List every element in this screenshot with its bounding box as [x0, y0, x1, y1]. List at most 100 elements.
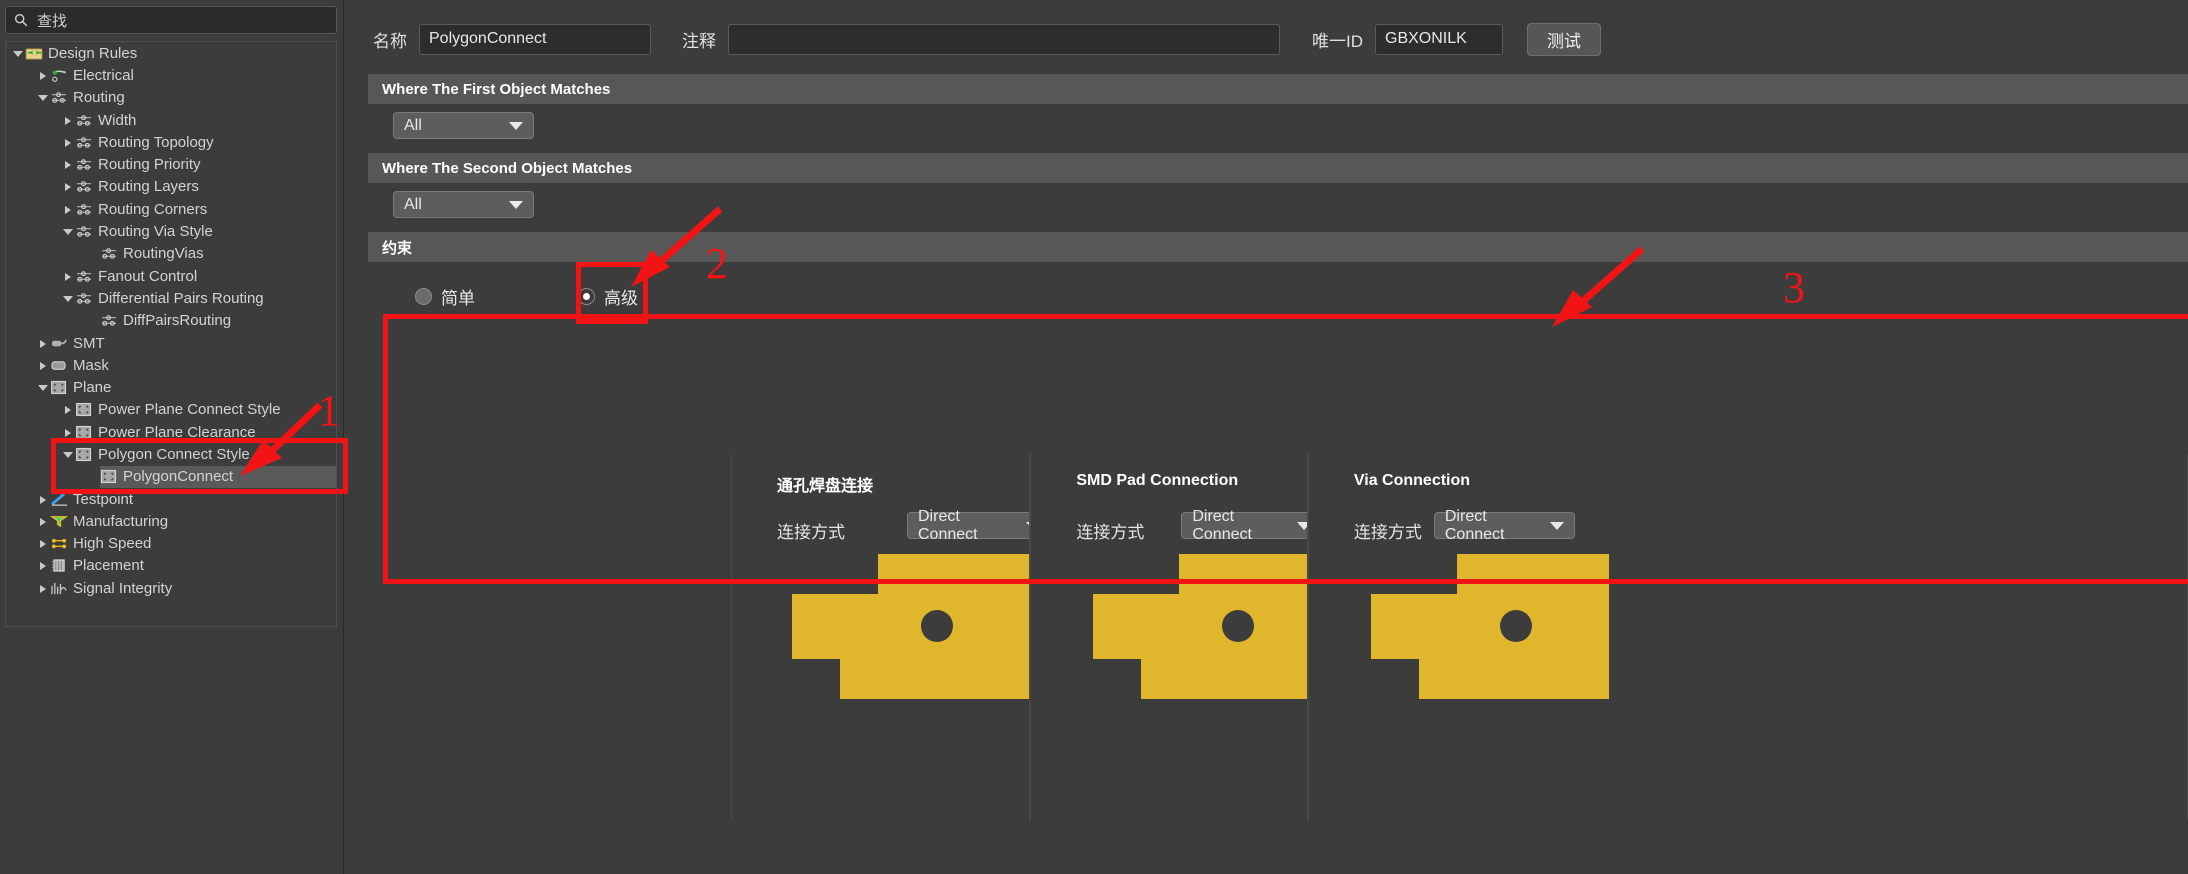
electrical-icon — [52, 70, 67, 82]
first-object-scope-value: All — [404, 116, 422, 134]
tree-item-width[interactable]: Width — [6, 109, 336, 131]
placement-icon — [50, 558, 69, 573]
tree-item-mask[interactable]: Mask — [6, 354, 336, 376]
chevron-right-icon[interactable] — [37, 510, 50, 532]
chevron-right-icon[interactable] — [62, 109, 75, 131]
second-object-scope-value: All — [404, 195, 422, 213]
tree-item-design-rules[interactable]: Design Rules — [6, 42, 336, 64]
routing-icon — [75, 157, 94, 172]
tree-item-electrical[interactable]: Electrical — [6, 64, 336, 86]
tree-item-fanout-control[interactable]: Fanout Control — [6, 265, 336, 287]
chevron-right-icon[interactable] — [37, 555, 50, 577]
tree-item-label: Mask — [73, 356, 109, 374]
search-placeholder: 查找 — [37, 12, 68, 30]
routing-icon — [100, 246, 119, 261]
routing-icon — [75, 135, 94, 150]
routing-icon — [77, 270, 92, 282]
rules-tree[interactable]: Design Rules Electrical Routing Width Routin… — [5, 41, 337, 627]
tree-item-routing[interactable]: Routing — [6, 87, 336, 109]
tree-item-label: High Speed — [73, 535, 152, 553]
chevron-down-icon[interactable] — [37, 87, 50, 109]
manufacturing-icon — [49, 514, 69, 529]
chevron-right-icon[interactable] — [62, 176, 75, 198]
tree-item-routing-corners[interactable]: Routing Corners — [6, 198, 336, 220]
annotation-box-1 — [51, 438, 348, 494]
tree-item-label: Manufacturing — [73, 512, 169, 530]
chevron-right-icon[interactable] — [37, 332, 50, 354]
annotation-number-1: 1 — [318, 386, 340, 435]
tree-item-signal-integrity[interactable]: Signal Integrity — [6, 577, 336, 599]
constraint-simple-label: 简单 — [441, 289, 475, 308]
signal-integrity-icon — [51, 582, 67, 594]
chevron-right-icon[interactable] — [62, 265, 75, 287]
highspeed-icon — [52, 538, 67, 549]
constraint-simple-radio[interactable]: 简单 — [415, 284, 475, 309]
chevron-right-icon[interactable] — [37, 64, 50, 86]
unique-id-field[interactable]: GBXONILK — [1375, 23, 1503, 55]
name-field[interactable]: PolygonConnect — [419, 23, 651, 55]
tree-item-routing-priority[interactable]: Routing Priority — [6, 153, 336, 175]
tree-item-label: Differential Pairs Routing — [98, 289, 264, 307]
routing-icon — [75, 113, 94, 128]
tree-item-placement[interactable]: Placement — [6, 555, 336, 577]
placement-icon — [52, 559, 65, 573]
comment-field[interactable] — [728, 23, 1280, 55]
rule-header-row: 名称 PolygonConnect 注释 唯一ID GBXONILK 测试 — [345, 0, 2188, 78]
routing-icon — [52, 92, 67, 104]
routing-icon — [102, 248, 117, 260]
tree-item-diffpairsrouting[interactable]: DiffPairsRouting — [6, 310, 336, 332]
tree-item-routingvias[interactable]: RoutingVias — [6, 243, 336, 265]
tree-item-label: Fanout Control — [98, 267, 198, 285]
tree-item-plane[interactable]: Plane — [6, 376, 336, 398]
test-button[interactable]: 测试 — [1527, 22, 1601, 56]
tree-item-label: Routing Topology — [98, 133, 214, 151]
first-object-scope-select[interactable]: All — [393, 112, 534, 139]
chevron-down-icon[interactable] — [12, 42, 25, 64]
tree-item-differential-pairs-routing[interactable]: Differential Pairs Routing — [6, 287, 336, 309]
chevron-right-icon[interactable] — [37, 533, 50, 555]
routing-icon — [77, 181, 92, 193]
chevron-right-icon[interactable] — [37, 354, 50, 376]
electrical-icon — [50, 68, 69, 83]
chevron-right-icon[interactable] — [62, 198, 75, 220]
chevron-down-icon[interactable] — [37, 377, 50, 399]
design-rules-window: 查找 Design Rules Electrical Routing Width Rou… — [0, 0, 2188, 874]
tree-item-routing-via-style[interactable]: Routing Via Style — [6, 220, 336, 242]
routing-icon — [75, 291, 94, 306]
chevron-right-icon[interactable] — [37, 488, 50, 510]
pad-hole — [1222, 610, 1255, 642]
second-object-section-header: Where The Second Object Matches — [368, 153, 2188, 183]
search-icon — [14, 13, 28, 27]
tree-item-manufacturing[interactable]: Manufacturing — [6, 510, 336, 532]
routing-icon — [102, 315, 117, 326]
second-object-scope-select[interactable]: All — [393, 191, 534, 218]
routing-icon — [77, 114, 92, 126]
search-input[interactable]: 查找 — [5, 6, 337, 34]
chevron-down-icon[interactable] — [62, 221, 75, 243]
tree-item-high-speed[interactable]: High Speed — [6, 533, 336, 555]
routing-icon — [77, 159, 92, 170]
tree-item-smt[interactable]: SMT — [6, 332, 336, 354]
tree-item-routing-topology[interactable]: Routing Topology — [6, 131, 336, 153]
annotation-number-3: 3 — [1783, 263, 1805, 312]
chevron-down-icon — [509, 200, 523, 209]
routing-icon — [50, 90, 69, 105]
chevron-down-icon[interactable] — [62, 287, 75, 309]
folder-rules-icon — [25, 46, 44, 61]
tree-item-label: Placement — [73, 557, 144, 575]
plane-icon — [75, 402, 94, 417]
tree-item-routing-layers[interactable]: Routing Layers — [6, 176, 336, 198]
tree-item-label: Plane — [73, 379, 112, 397]
mask-icon — [51, 360, 66, 370]
plane-icon — [51, 381, 67, 395]
chevron-right-icon[interactable] — [62, 399, 75, 421]
tree-item-label: Routing Layers — [98, 178, 199, 196]
routing-icon — [77, 226, 92, 237]
tree-item-label: Routing — [73, 89, 125, 107]
chevron-right-icon[interactable] — [62, 131, 75, 153]
tree-item-label: Routing Corners — [98, 200, 208, 218]
chevron-right-icon[interactable] — [37, 577, 50, 599]
chevron-right-icon[interactable] — [62, 154, 75, 176]
smt-icon — [50, 336, 69, 351]
routing-icon — [75, 269, 94, 284]
